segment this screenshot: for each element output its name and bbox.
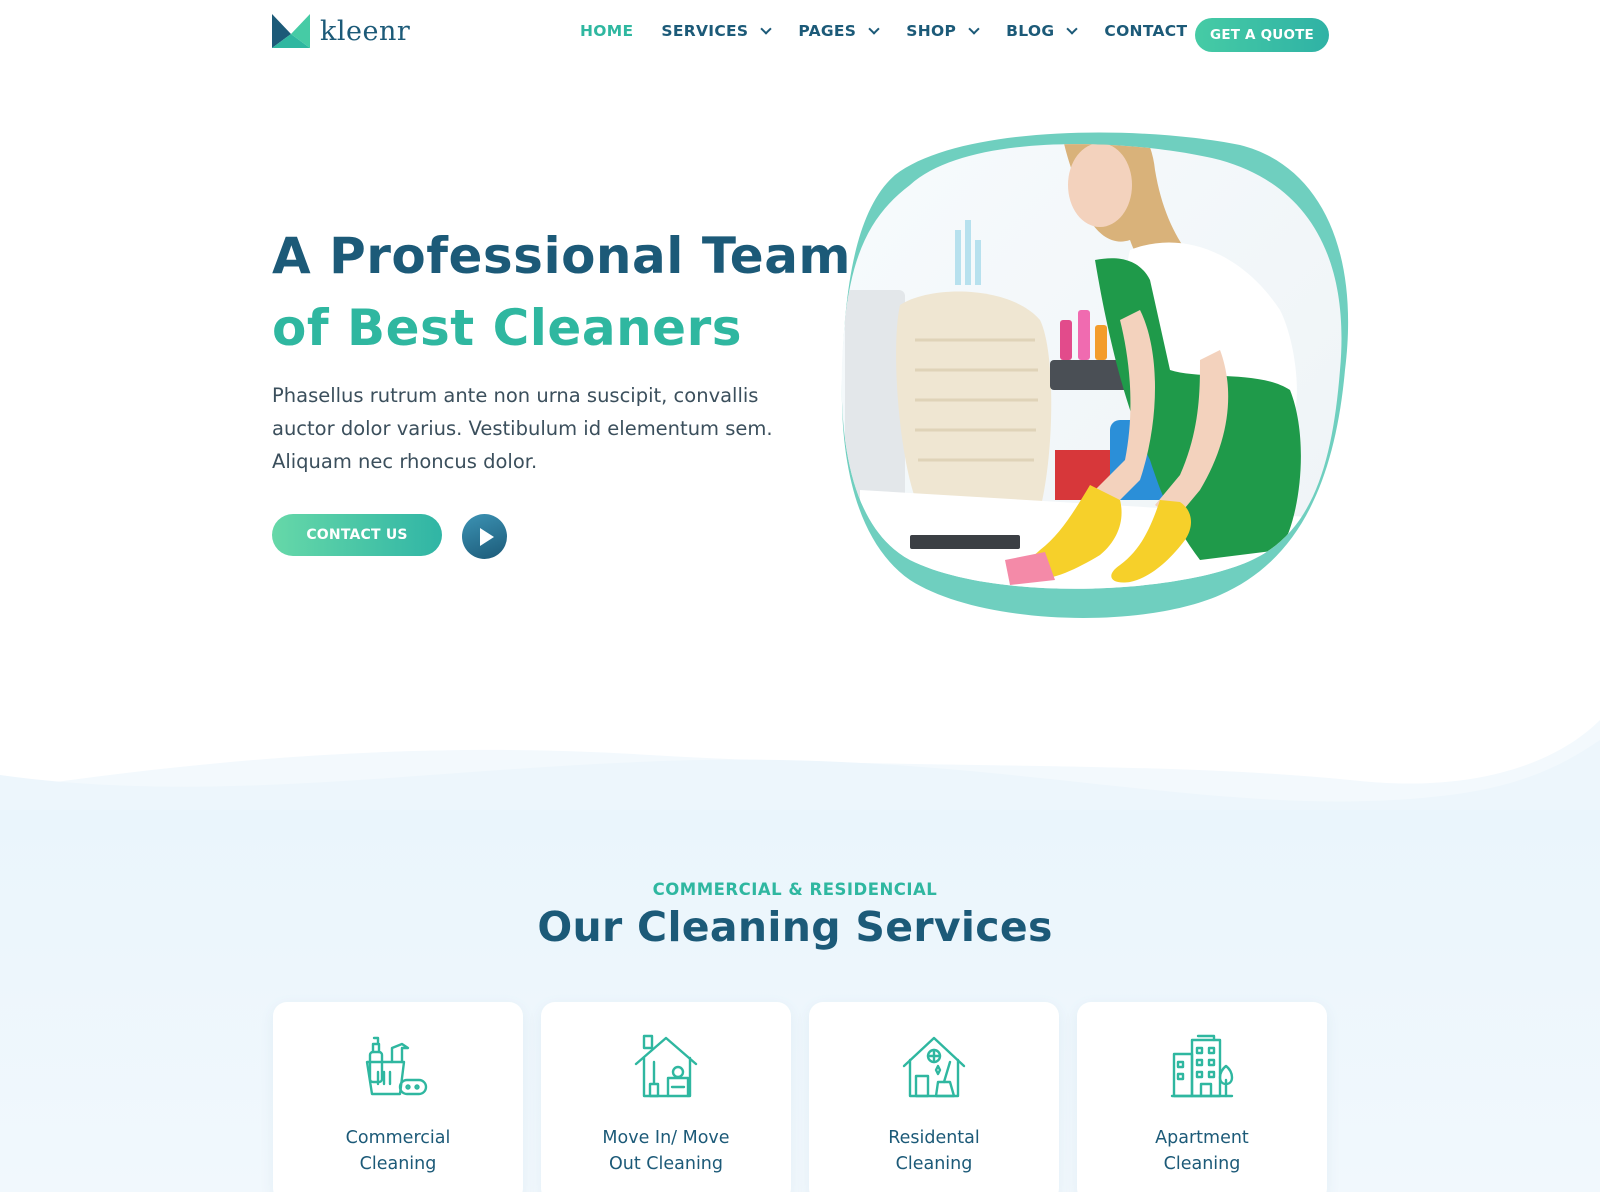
- service-card-label-line1: Residental: [888, 1128, 980, 1148]
- chevron-down-icon: [968, 22, 980, 35]
- services-subtitle: COMMERCIAL & RESIDENCIAL: [652, 880, 938, 899]
- nav-contact[interactable]: CONTACT: [1104, 22, 1187, 40]
- hero-title-line1: A Professional Team: [272, 227, 852, 285]
- hero-image: [841, 132, 1349, 618]
- main-nav: HOME SERVICES PAGES SHOP BLOG CONTACT: [580, 22, 1215, 40]
- nav-contact-label: CONTACT: [1104, 22, 1188, 40]
- service-card-label-line2: Cleaning: [359, 1154, 437, 1174]
- cleaning-supplies-icon: [365, 1036, 428, 1096]
- chevron-down-icon: [1066, 22, 1079, 35]
- nav-blog-label: BLOG: [1006, 22, 1055, 40]
- chevron-down-icon: [760, 22, 773, 35]
- nav-services[interactable]: SERVICES: [661, 22, 773, 40]
- service-card-apartment[interactable]: Apartment Cleaning: [1077, 1002, 1327, 1192]
- logo-icon: [272, 14, 310, 48]
- nav-pages-label: PAGES: [798, 22, 857, 40]
- site-header: kleenr HOME SERVICES PAGES SHOP BLOG CON…: [0, 0, 1600, 70]
- service-card-label-line2: Cleaning: [895, 1154, 973, 1174]
- page: kleenr HOME SERVICES PAGES SHOP BLOG CON…: [0, 0, 1600, 1192]
- service-card-label: Apartment Cleaning: [1077, 1125, 1327, 1177]
- chevron-down-icon: [868, 22, 880, 35]
- nav-blog[interactable]: BLOG: [1006, 22, 1079, 40]
- nav-home[interactable]: HOME: [580, 22, 633, 40]
- apartment-building-icon: [1170, 1034, 1234, 1098]
- nav-shop-label: SHOP: [906, 22, 957, 40]
- logo-text: kleenr: [320, 15, 411, 47]
- service-card-label-line1: Apartment: [1155, 1128, 1249, 1148]
- play-video-button[interactable]: [462, 514, 507, 559]
- service-card-label-line2: Out Cleaning: [608, 1154, 723, 1174]
- service-card-commercial[interactable]: Commercial Cleaning: [273, 1002, 523, 1192]
- house-move-icon: [634, 1034, 698, 1098]
- contact-us-button[interactable]: CONTACT US: [272, 514, 442, 556]
- play-icon: [480, 527, 494, 546]
- nav-pages[interactable]: PAGES: [798, 22, 880, 40]
- house-broom-icon: [902, 1036, 966, 1098]
- hero-title-line2: of Best Cleaners: [272, 299, 743, 357]
- logo[interactable]: kleenr: [272, 14, 410, 48]
- service-card-label-line1: Commercial: [345, 1128, 451, 1148]
- service-card-residential[interactable]: Residental Cleaning: [809, 1002, 1059, 1192]
- nav-shop[interactable]: SHOP: [906, 22, 980, 40]
- get-a-quote-button[interactable]: GET A QUOTE: [1195, 18, 1329, 52]
- hero-title: A Professional Team of Best Cleaners: [272, 220, 851, 364]
- nav-home-label: HOME: [580, 22, 634, 40]
- nav-services-label: SERVICES: [661, 22, 749, 40]
- services-title: Our Cleaning Services: [537, 903, 1053, 951]
- service-card-label: Move In/ Move Out Cleaning: [541, 1125, 791, 1177]
- service-card-move[interactable]: Move In/ Move Out Cleaning: [541, 1002, 791, 1192]
- service-card-label: Commercial Cleaning: [273, 1125, 523, 1177]
- service-card-label-line2: Cleaning: [1163, 1154, 1241, 1174]
- service-card-label-line1: Move In/ Move: [602, 1128, 730, 1148]
- hero-description: Phasellus rutrum ante non urna suscipit,…: [272, 384, 773, 473]
- services-cards: Commercial Cleaning Move In/ Move Out Cl…: [273, 1002, 1345, 1192]
- service-card-label: Residental Cleaning: [809, 1125, 1059, 1177]
